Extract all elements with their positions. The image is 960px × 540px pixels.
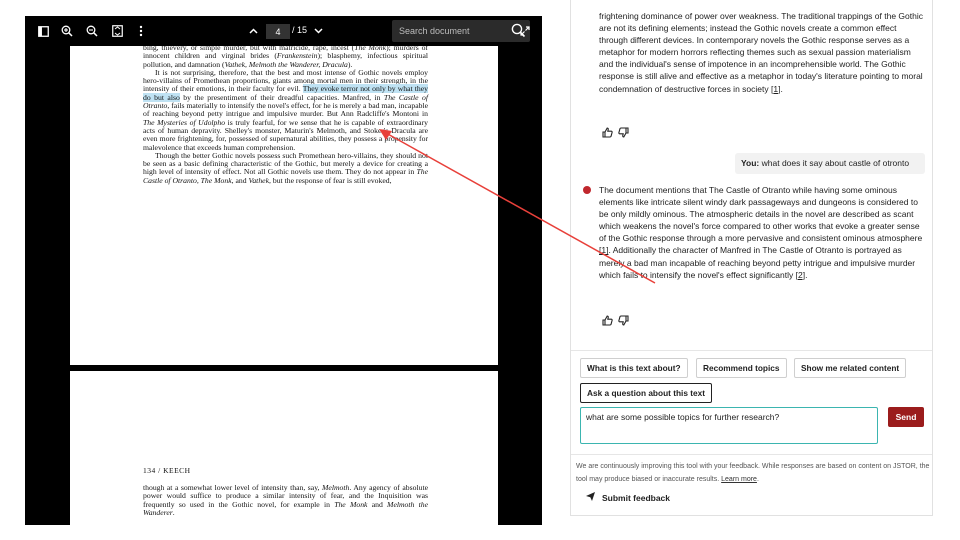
zoom-out-icon[interactable] — [84, 22, 100, 40]
page-total: / 15 — [292, 25, 308, 35]
thumbs-up-icon[interactable] — [602, 127, 613, 138]
more-options-icon[interactable] — [133, 22, 149, 40]
zoom-in-icon[interactable] — [59, 22, 75, 40]
send-arrow-icon — [585, 491, 596, 505]
document-search — [392, 20, 530, 42]
user-message: You: what does it say about castle of ot… — [735, 153, 925, 174]
viewer-toolbar: / 15 — [25, 16, 542, 46]
question-input[interactable] — [580, 407, 878, 444]
citation-link[interactable]: [2] — [796, 270, 805, 280]
suggestion-chip-about[interactable]: What is this text about? — [580, 358, 688, 378]
assistant-avatar-icon — [583, 186, 591, 194]
search-input[interactable] — [392, 20, 508, 42]
message-text: frightening dominance of power over weak… — [599, 11, 923, 94]
learn-more-link[interactable]: Learn more — [721, 476, 757, 483]
send-button[interactable]: Send — [888, 407, 924, 427]
assistant-message: frightening dominance of power over weak… — [599, 11, 923, 94]
pdf-page-next: 134 / KEECH though at a somewhat lower l… — [70, 371, 498, 525]
divider — [571, 454, 932, 455]
paragraph: bing, thievery, or simple murder, but wi… — [143, 46, 428, 69]
paragraph: though at a somewhat lower level of inte… — [143, 483, 428, 517]
pdf-page-current: bing, thievery, or simple murder, but wi… — [70, 46, 498, 365]
text-segment: and — [367, 499, 388, 509]
italic-title: Vathek — [248, 175, 270, 185]
pdf-viewer[interactable]: / 15 bing, thievery, or simple murder, b… — [25, 16, 542, 525]
suggestion-chip-related[interactable]: Show me related content — [794, 358, 907, 378]
message-feedback — [602, 127, 629, 138]
user-label: You: — [741, 158, 760, 168]
message-text: The document mentions that The Castle of… — [599, 185, 923, 244]
disclaimer-end: . — [756, 476, 759, 483]
suggestion-chip-topics[interactable]: Recommend topics — [696, 358, 787, 378]
divider — [571, 350, 932, 351]
fit-page-icon[interactable] — [109, 22, 125, 40]
message-feedback — [602, 315, 629, 326]
text-segment: , and — [231, 175, 249, 185]
paragraph: Though the better Gothic novels possess … — [143, 150, 428, 185]
disclaimer: We are continuously improving this tool … — [576, 460, 930, 486]
thumbs-down-icon[interactable] — [618, 315, 629, 326]
feedback-label: Submit feedback — [602, 493, 671, 503]
paragraph: It is not surprising, therefore, that th… — [143, 68, 428, 152]
text-segment: . — [172, 507, 175, 517]
thumbs-down-icon[interactable] — [618, 127, 629, 138]
page-number-input[interactable] — [266, 24, 290, 39]
running-header: 134 / KEECH — [143, 466, 191, 475]
research-assistant-panel: frightening dominance of power over weak… — [570, 0, 933, 516]
italic-title: The Monk — [334, 499, 368, 509]
suggestion-chip-ask[interactable]: Ask a question about this text — [580, 383, 713, 403]
user-question-text: what does it say about castle of otronto — [761, 158, 910, 168]
text-segment: , but the response of fear is still evok… — [269, 175, 392, 185]
citation-link[interactable]: [1] — [771, 84, 780, 94]
previous-page-icon[interactable] — [245, 22, 261, 40]
page-body-text: though at a somewhat lower level of inte… — [143, 483, 428, 517]
submit-feedback-button[interactable]: Submit feedback — [585, 491, 670, 505]
text-segment: Though the better Gothic novels possess … — [143, 150, 428, 177]
assistant-message: The document mentions that The Castle of… — [599, 184, 925, 281]
page-body-text: bing, thievery, or simple murder, but wi… — [143, 46, 428, 185]
next-page-icon[interactable] — [310, 22, 326, 40]
message-punctuation: . — [805, 269, 808, 280]
text-segment: , fails materially to intensify the nove… — [143, 101, 428, 119]
thumbs-up-icon[interactable] — [602, 315, 613, 326]
app-root: / 15 bing, thievery, or simple murder, b… — [0, 0, 960, 540]
message-text: . Additionally the character of Manfred … — [599, 245, 916, 280]
fullscreen-icon[interactable] — [517, 22, 533, 40]
sidebar-toggle-icon[interactable] — [35, 22, 51, 40]
